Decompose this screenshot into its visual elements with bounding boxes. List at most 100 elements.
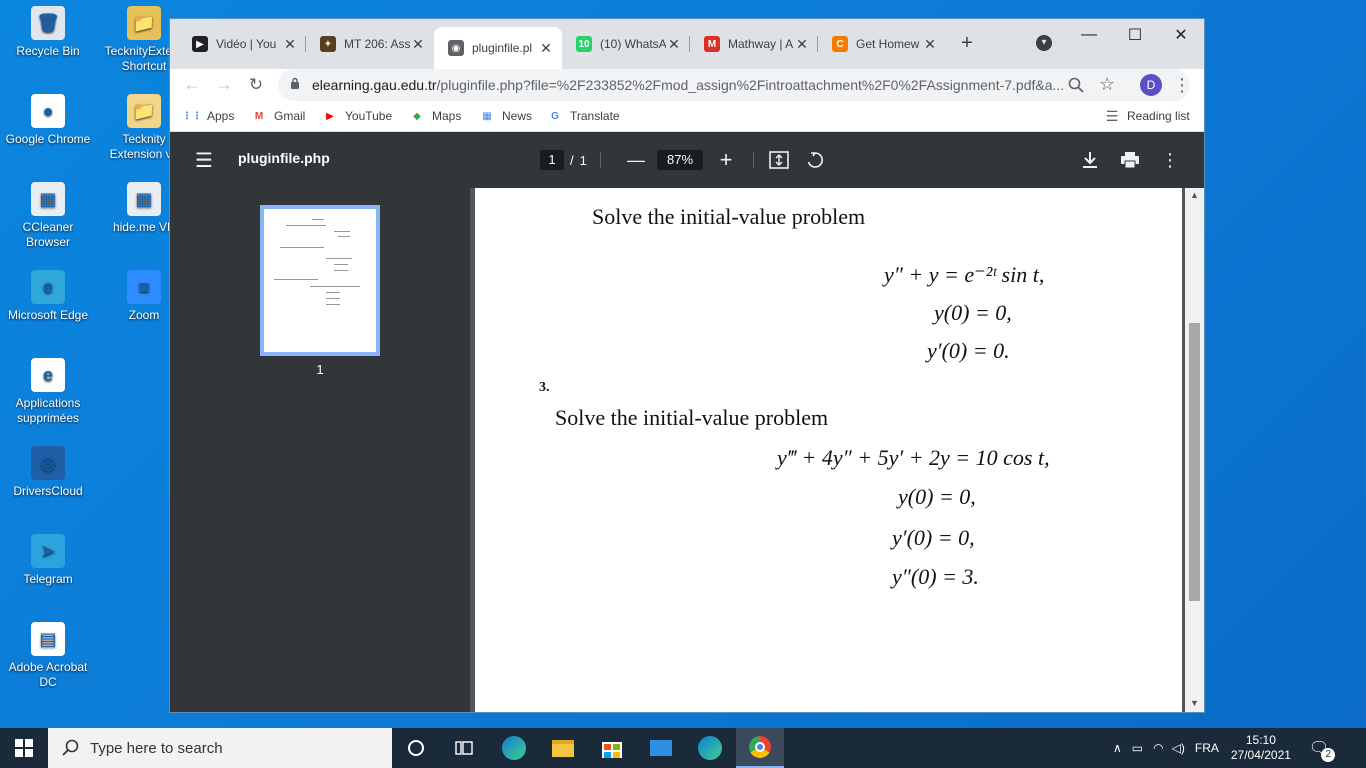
bookmark-item[interactable]: G Translate [547,108,619,124]
taskbar-edge[interactable] [490,728,538,768]
desktop-icon[interactable]: 🗑 Recycle Bin [0,6,96,59]
maximize-button[interactable]: ☐ [1112,19,1158,51]
bookmark-icon: ▦ [482,110,492,122]
problem3-heading: Solve the initial-value problem [555,405,829,430]
reload-button[interactable]: ↻ [244,73,268,97]
address-bar[interactable]: elearning.gau.edu.tr/pluginfile.php?file… [278,69,1190,101]
page-thumbnail[interactable] [260,205,380,356]
tab-title: Vidéo | You [216,37,277,51]
desktop-icon[interactable]: e Applications supprimées [0,358,96,426]
reading-list-button[interactable]: ☰ Reading list [1104,108,1190,124]
more-actions-icon[interactable]: ⋮ [1158,148,1182,172]
minimize-button[interactable]: — [1066,19,1112,51]
mail-icon [650,740,672,756]
fit-to-page-button[interactable] [767,148,791,172]
zoom-level-input[interactable]: 87% [657,150,703,170]
profile-avatar[interactable]: D [1140,74,1162,96]
zoom-out-button[interactable]: — [624,148,648,172]
taskbar-file-explorer[interactable] [539,728,587,768]
scroll-down-icon[interactable]: ▼ [1189,698,1200,710]
chrome-menu-button[interactable]: ⋮ [1170,73,1194,97]
bookmark-star-icon[interactable]: ☆ [1099,74,1115,95]
tab-close-icon[interactable]: ✕ [794,36,810,53]
task-view-button[interactable] [440,728,488,768]
taskbar-search[interactable]: Type here to search [48,728,392,768]
desktop-icon[interactable]: ➤ Telegram [0,534,96,587]
rotate-button[interactable] [803,148,827,172]
bookmark-label: Maps [432,109,462,123]
desktop-icon[interactable]: e Microsoft Edge [0,270,96,323]
tab-favicon-icon: ✦ [320,36,336,52]
desktop-icon[interactable]: ◎ DriversCloud [0,446,96,499]
download-button[interactable] [1078,148,1102,172]
desktop-icon[interactable]: ▦ CCleaner Browser [0,182,96,250]
bookmark-label: Apps [207,109,235,123]
bookmark-label: News [502,109,533,123]
page-total: 1 [579,152,587,168]
taskbar-edge-2[interactable] [686,728,734,768]
thumbnail-page-number: 1 [316,362,324,377]
desktop-icon[interactable]: ● Google Chrome [0,94,96,147]
url-text[interactable]: elearning.gau.edu.tr/pluginfile.php?file… [312,77,1064,93]
back-button[interactable]: ← [180,73,204,97]
reading-list-label: Reading list [1127,109,1190,123]
tab-close-icon[interactable]: ✕ [410,36,426,53]
chevron-up-icon[interactable]: ∧ [1113,741,1122,755]
cortana-button[interactable] [392,728,440,768]
clock[interactable]: 15:10 27/04/2021 [1231,733,1291,763]
browser-tab[interactable]: ▶ Vidéo | You ✕ [178,27,306,61]
tab-search-button[interactable]: ▾ [1032,29,1056,57]
folder-icon [552,739,574,757]
system-tray: ∧ ▭ ◠ ◁) FRA 15:10 27/04/2021 🗨 2 [1113,728,1336,768]
desktop-shortcut-icon: ▦ [31,182,65,216]
tab-close-icon[interactable]: ✕ [282,36,298,53]
vertical-scrollbar[interactable]: ▲ ▼ [1185,188,1204,712]
desktop-icon[interactable]: ▤ Adobe Acrobat DC [0,622,96,690]
lock-icon[interactable] [290,77,300,89]
print-button[interactable] [1118,148,1142,172]
task-view-icon [455,741,473,755]
scroll-up-icon[interactable]: ▲ [1189,190,1200,202]
tab-close-icon[interactable]: ✕ [922,36,938,53]
notification-count-badge: 2 [1321,748,1336,762]
start-button[interactable] [0,728,48,768]
bookmark-item[interactable]: ⋮⋮ Apps [182,108,235,124]
page-number-input[interactable]: 1 [540,150,564,170]
scrollbar-thumb[interactable] [1189,323,1200,601]
browser-tab[interactable]: ✦ MT 206: Ass ✕ [306,27,434,61]
bookmark-item[interactable]: ▦ News [479,108,532,124]
taskbar: Type here to search ∧ ▭ ◠ ◁) FRA 15:10 2… [0,728,1366,768]
taskbar-mail[interactable] [637,728,685,768]
zoom-magnifier-icon[interactable] [1068,77,1084,93]
bookmark-icon: G [551,110,559,122]
chrome-icon [749,736,771,758]
bookmark-icon: ◆ [413,110,421,122]
tab-close-icon[interactable]: ✕ [666,36,682,53]
wifi-icon[interactable]: ◠ [1153,741,1163,755]
taskbar-store[interactable] [588,728,636,768]
notification-center-icon[interactable]: 🗨 2 [1309,738,1336,762]
desktop-shortcut-icon: ■ [127,270,161,304]
close-window-button[interactable]: ✕ [1158,19,1204,51]
taskbar-chrome[interactable] [736,728,784,768]
volume-icon[interactable]: ◁) [1172,741,1185,755]
menu-icon[interactable]: ☰ [192,148,216,172]
bookmark-item[interactable]: ◆ Maps [409,108,461,124]
browser-tab[interactable]: M Mathway | A ✕ [690,27,818,61]
bookmark-icon: ⋮⋮ [182,110,202,122]
battery-icon[interactable]: ▭ [1132,741,1143,755]
zoom-in-button[interactable]: + [714,147,738,172]
language-indicator[interactable]: FRA [1195,741,1219,755]
tab-favicon-icon: 10 [576,36,592,52]
browser-tab[interactable]: 10 (10) WhatsA ✕ [562,27,690,61]
new-tab-button[interactable]: + [953,29,981,57]
bookmark-icon: ▶ [326,110,334,122]
bookmark-item[interactable]: M Gmail [251,108,306,124]
desktop-icon-label: Telegram [23,572,73,586]
browser-tab[interactable]: C Get Homew ✕ [818,27,946,61]
tab-title: (10) WhatsA [600,37,666,51]
browser-tab[interactable]: ◉ pluginfile.pl ✕ [434,27,562,69]
bookmark-item[interactable]: ▶ YouTube [322,108,392,124]
tab-close-icon[interactable]: ✕ [538,40,554,57]
forward-button[interactable]: → [212,73,236,97]
